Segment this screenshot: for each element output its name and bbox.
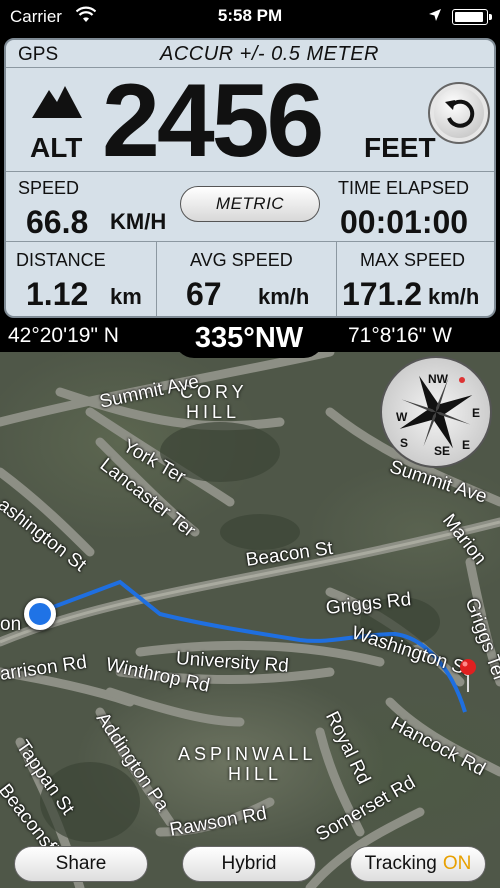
avg-speed-value: 67 [186,276,222,312]
reset-button[interactable] [428,82,490,144]
street-on: on [0,614,22,635]
hybrid-button[interactable]: Hybrid [182,846,316,882]
compass-se: E [462,438,471,452]
avg-speed-unit: km/h [258,284,310,309]
hill-label-aspinwall-hill: HILL [228,764,283,784]
hill-label-aspinwall: ASPINWALL [178,744,317,764]
divider [156,242,157,316]
alt-label: ALT [30,132,83,163]
max-speed-value: 171.2 [342,276,423,312]
distance-row: DISTANCE 1.12 km AVG SPEED 67 km/h MAX S… [6,242,494,316]
current-location-marker [24,598,56,630]
destination-pin-icon[interactable] [458,658,478,697]
heading-display: 335°NW [174,318,324,358]
battery-icon [452,9,492,25]
compass-n: NW [428,372,448,386]
altitude-row: ALT 2456 FEET [6,63,494,179]
time-elapsed-value: 00:01:00 [340,204,469,240]
time-elapsed-label: TIME ELAPSED [338,178,470,198]
max-speed-label: MAX SPEED [360,250,466,270]
compass-s: SE [434,444,451,458]
distance-label: DISTANCE [16,250,106,270]
compass-e: E [472,406,481,420]
tracking-button[interactable]: Tracking ON [350,846,486,882]
location-arrow-icon [428,7,442,27]
mountain-icon [32,84,82,123]
status-bar: Carrier 5:58 PM [0,0,500,34]
divider [336,242,337,316]
tracking-state: ON [442,853,472,874]
longitude: 71°8'16" W [348,324,452,347]
tracking-label: Tracking [364,853,437,874]
status-time: 5:58 PM [217,6,283,25]
compass-w: W [396,410,408,424]
altitude-unit: FEET [364,132,436,163]
speed-unit: KM/H [110,209,167,234]
metric-button[interactable]: METRIC [180,186,320,222]
compass-sw: S [400,436,409,450]
speed-label: SPEED [18,178,80,198]
altitude-value: 2456 [102,63,324,179]
hill-label-cory-hill: HILL [186,402,241,422]
distance-unit: km [110,284,142,309]
latitude: 42°20'19" N [8,324,119,347]
avg-speed-label: AVG SPEED [190,250,293,270]
share-button[interactable]: Share [14,846,148,882]
gps-label: GPS [18,44,59,65]
gps-panel: GPS ACCUR +/- 0.5 METER ALT 2456 FEET SP… [4,38,496,318]
speed-row: SPEED 66.8 KM/H METRIC TIME ELAPSED 00:0… [6,172,494,242]
compass: NW W SE E S E [380,356,492,468]
max-speed-unit: km/h [428,284,480,309]
speed-value: 66.8 [26,204,89,240]
distance-value: 1.12 [26,276,89,312]
